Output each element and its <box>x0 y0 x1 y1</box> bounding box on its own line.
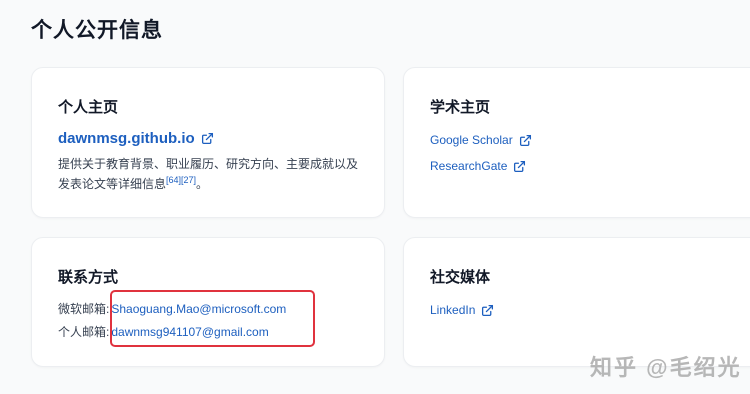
social-card-title: 社交媒体 <box>430 269 491 286</box>
personal-email-label: 个人邮箱: <box>58 325 110 339</box>
homepage-card-title: 个人主页 <box>58 99 119 116</box>
researchgate-link-text: ResearchGate <box>430 159 508 173</box>
external-link-icon <box>482 304 494 316</box>
homepage-link-text: dawnmsg.github.io <box>58 130 195 147</box>
researchgate-link[interactable]: ResearchGate <box>430 159 526 173</box>
linkedin-link[interactable]: LinkedIn <box>430 303 494 317</box>
homepage-card: 个人主页 dawnmsg.github.io 提供关于教育背景、职业履历、研究方… <box>31 67 385 218</box>
email-highlight-box <box>110 290 315 347</box>
external-link-icon <box>514 160 526 172</box>
work-email-label: 微软邮箱: <box>58 302 110 316</box>
academic-card: 学术主页 Google Scholar ResearchGate <box>403 67 750 218</box>
homepage-description: 提供关于教育背景、职业履历、研究方向、主要成就以及发表论文等详细信息[64][2… <box>58 154 358 194</box>
google-scholar-link-text: Google Scholar <box>430 133 513 147</box>
watermark: 知乎 @毛绍光 <box>590 355 742 380</box>
contact-card-title: 联系方式 <box>58 269 119 286</box>
page-title: 个人公开信息 <box>31 19 163 42</box>
academic-card-title: 学术主页 <box>430 99 491 116</box>
homepage-description-end: 。 <box>196 177 209 191</box>
social-card: 社交媒体 LinkedIn <box>403 237 750 367</box>
citation-link[interactable]: [64][27] <box>166 175 196 185</box>
linkedin-link-text: LinkedIn <box>430 303 476 317</box>
homepage-link[interactable]: dawnmsg.github.io <box>58 130 214 147</box>
external-link-icon <box>201 132 213 145</box>
external-link-icon <box>519 134 531 146</box>
google-scholar-link[interactable]: Google Scholar <box>430 133 532 147</box>
